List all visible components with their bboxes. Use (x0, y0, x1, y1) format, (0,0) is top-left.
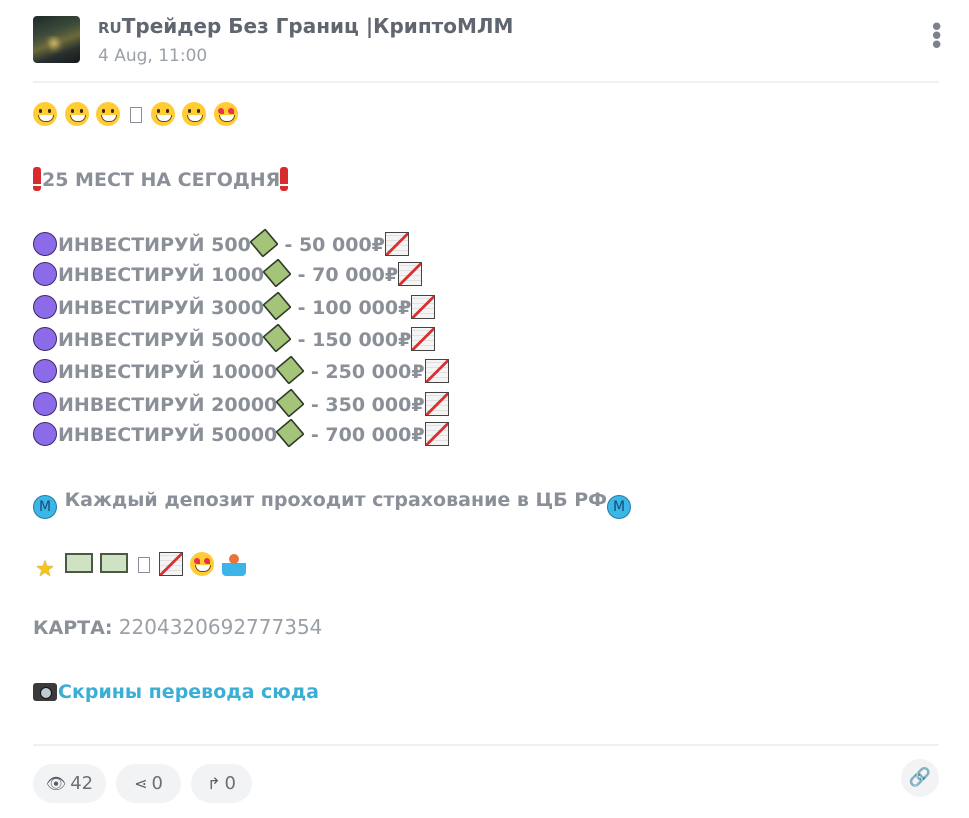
euro-bill-icon (100, 553, 129, 573)
link-icon[interactable]: 🔗 (901, 759, 939, 797)
offer-line: ИНВЕСТИРУЙ 500 - 50 000₽ (33, 228, 410, 260)
vertical-dots-icon[interactable]: • • • (929, 15, 944, 59)
offer-result: - 350 000₽ (304, 394, 425, 416)
offer-line: ИНВЕСТИРУЙ 1000 - 70 000₽ (33, 258, 423, 290)
purple-circle-icon (33, 392, 57, 416)
offer-line: ИНВЕСТИРУЙ 5000 - 150 000₽ (33, 323, 436, 355)
money-wings-icon (262, 258, 292, 288)
channel-avatar[interactable] (33, 16, 80, 63)
money-wings-icon (275, 418, 305, 448)
offer-amount: ИНВЕСТИРУЙ 20000 (58, 394, 278, 416)
offer-result: - 100 000₽ (291, 297, 412, 319)
chart-up-icon (424, 392, 449, 416)
header-divider (33, 81, 939, 83)
channel-title: Трейдер Без Границ |КриптоМЛМ (121, 14, 514, 38)
unknown-glyph-icon (129, 107, 142, 123)
share-icon: ⋖ (134, 774, 148, 793)
purple-circle-icon (33, 232, 57, 256)
headline: 25 МЕСТ НА СЕГОДНЯ (33, 165, 289, 195)
purple-circle-icon (33, 422, 57, 446)
unknown-glyph-icon (137, 557, 150, 573)
card-number[interactable]: 2204320692777354 (112, 615, 323, 639)
money-wings-icon (275, 388, 305, 418)
offer-line: ИНВЕСТИРУЙ 10000 - 250 000₽ (33, 355, 450, 387)
screens-link[interactable]: Скрины перевода сюда (58, 681, 319, 703)
star-struck-emoji-icon (190, 552, 215, 576)
grimace-emoji-icon (96, 102, 121, 126)
insurance-text: Каждый депозит проходит страхование в ЦБ… (58, 489, 608, 511)
offer-amount: ИНВЕСТИРУЙ 500 (58, 234, 251, 256)
card-label: КАРТА: (33, 617, 113, 639)
dollar-bill-icon (64, 553, 93, 573)
money-wings-icon (249, 228, 279, 258)
screens-line: Скрины перевода сюда (33, 677, 319, 707)
exclamation-icon (33, 167, 41, 191)
chart-up-icon (424, 422, 449, 446)
shares-counter[interactable]: ⋖ 0 (116, 764, 181, 803)
purple-circle-icon (33, 262, 57, 286)
offer-line: ИНВЕСТИРУЙ 20000 - 350 000₽ (33, 388, 450, 420)
offer-result: - 50 000₽ (277, 234, 385, 256)
offer-amount: ИНВЕСТИРУЙ 1000 (58, 264, 265, 286)
yum-emoji-icon (182, 102, 207, 126)
money-wings-icon (275, 355, 305, 385)
camera-icon (33, 683, 57, 701)
offer-result: - 70 000₽ (291, 264, 399, 286)
heart-eyes-emoji-icon (213, 102, 238, 126)
offer-line: ИНВЕСТИРУЙ 50000 - 700 000₽ (33, 418, 450, 450)
forward-arrow-icon: ↱ (207, 774, 221, 793)
exclamation-icon (280, 167, 289, 191)
headline-text: 25 МЕСТ НА СЕГОДНЯ (42, 169, 281, 191)
purple-circle-icon (33, 295, 57, 319)
metro-icon: M (607, 495, 632, 519)
purple-circle-icon (33, 327, 57, 351)
chart-up-icon (411, 327, 436, 351)
tears-of-joy-emoji-icon (150, 102, 175, 126)
chart-up-icon (411, 295, 436, 319)
emoji-row-top (33, 100, 239, 130)
emoji-row-bottom: ★ (33, 550, 247, 582)
post-header: RUТрейдер Без Границ |КриптоМЛМ 4 Aug, 1… (33, 14, 944, 70)
views-counter[interactable]: 👁 42 (33, 764, 106, 803)
offer-result: - 150 000₽ (291, 329, 412, 351)
offer-result: - 700 000₽ (304, 424, 425, 446)
footer-divider (33, 744, 939, 746)
shares-count: 0 (151, 773, 163, 794)
post-date: 4 Aug, 11:00 (98, 46, 208, 66)
offer-line: ИНВЕСТИРУЙ 3000 - 100 000₽ (33, 291, 436, 323)
grin-emoji-icon (64, 102, 89, 126)
star-icon: ★ (35, 557, 55, 582)
forwards-counter[interactable]: ↱ 0 (191, 764, 252, 803)
swimmer-emoji-icon (221, 552, 246, 576)
card-line: КАРТА: 2204320692777354 (33, 612, 322, 642)
channel-name[interactable]: RUТрейдер Без Границ |КриптоМЛМ (98, 14, 513, 38)
offer-amount: ИНВЕСТИРУЙ 50000 (58, 424, 278, 446)
money-wings-icon (262, 323, 292, 353)
eye-icon: 👁 (45, 774, 67, 793)
views-count: 42 (70, 773, 94, 794)
forwards-count: 0 (224, 773, 236, 794)
ru-flag-icon: RU (98, 19, 122, 37)
insurance-line: M Каждый депозит проходит страхование в … (33, 485, 632, 519)
chart-up-icon (384, 232, 409, 256)
offer-amount: ИНВЕСТИРУЙ 3000 (58, 297, 265, 319)
metro-icon: M (33, 495, 57, 519)
smile-emoji-icon (33, 102, 57, 126)
offer-amount: ИНВЕСТИРУЙ 5000 (58, 329, 265, 351)
post-footer: 👁 42 ⋖ 0 ↱ 0 🔗 (33, 759, 939, 804)
offer-amount: ИНВЕСТИРУЙ 10000 (58, 361, 278, 383)
chart-up-icon (158, 552, 183, 576)
chart-up-icon (398, 262, 423, 286)
money-wings-icon (262, 291, 292, 321)
chart-up-icon (424, 359, 449, 383)
offer-result: - 250 000₽ (304, 361, 425, 383)
purple-circle-icon (33, 359, 57, 383)
